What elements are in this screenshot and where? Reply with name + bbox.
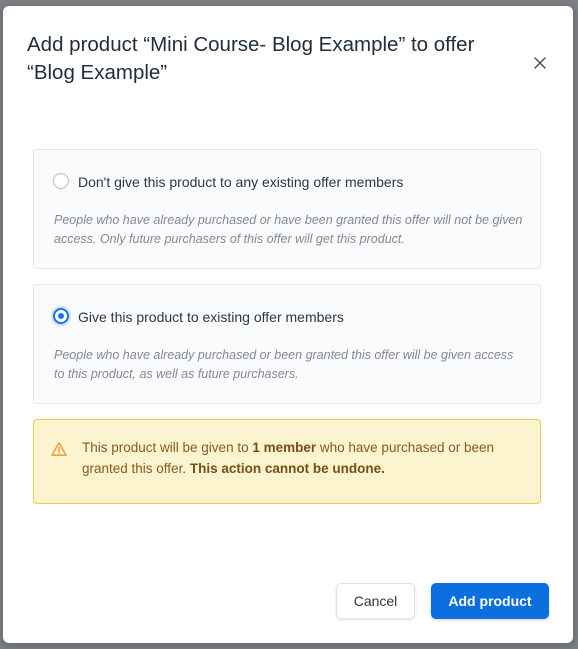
- dialog-title: Add product “Mini Course- Blog Example” …: [27, 33, 475, 84]
- member-count: 1 member: [252, 440, 317, 455]
- warning-text: This product will be given to 1 member w…: [82, 440, 495, 476]
- undone-warning: This action cannot be undone.: [189, 461, 385, 476]
- warning-triangle-icon: [51, 442, 67, 456]
- warning-banner: This product will be given to 1 member w…: [33, 419, 541, 504]
- radio-dont-give[interactable]: [53, 173, 69, 189]
- radio-give[interactable]: [53, 308, 69, 324]
- option-description: People who have already purchased or bee…: [54, 348, 514, 381]
- option-label: Don't give this product to any existing …: [78, 174, 404, 190]
- option-dont-give[interactable]: Don't give this product to any existing …: [33, 149, 541, 269]
- option-description: People who have already purchased or hav…: [54, 213, 523, 246]
- add-product-dialog: Add product “Mini Course- Blog Example” …: [3, 6, 573, 643]
- add-product-button[interactable]: Add product: [431, 583, 549, 619]
- option-give[interactable]: Give this product to existing offer memb…: [33, 284, 541, 404]
- close-icon: [534, 57, 546, 69]
- option-label: Give this product to existing offer memb…: [78, 309, 344, 325]
- close-button[interactable]: [529, 52, 551, 74]
- cancel-button[interactable]: Cancel: [336, 583, 415, 619]
